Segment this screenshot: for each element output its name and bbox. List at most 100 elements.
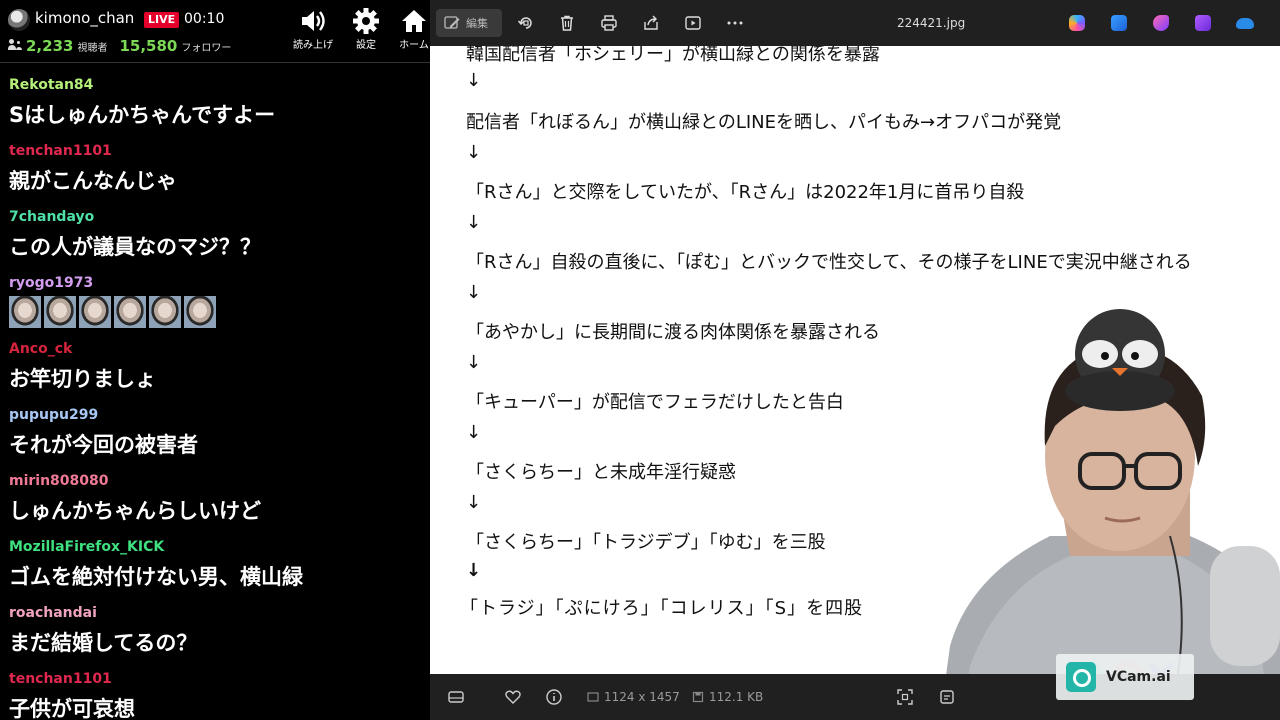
visual-search-icon[interactable]: [938, 688, 956, 706]
image-canvas[interactable]: 韓国配信者「ホシェリー」が横山緑との関係を暴露 ↓ 配信者「れぼるん」が横山緑と…: [430, 46, 1280, 674]
doc-arrow: ↓: [466, 352, 482, 373]
chat-username[interactable]: pupupu299: [9, 407, 98, 423]
face-emote-icon: [9, 296, 41, 328]
chat-username[interactable]: tenchan1101: [9, 671, 112, 687]
chat-text: お竿切りましょ: [9, 367, 156, 391]
home-label: ホーム: [399, 40, 429, 51]
gear-icon: [353, 8, 379, 34]
doc-line: 「トラジ」「ぷにけろ」「コレリス」「S」を四股: [460, 598, 864, 619]
viewer-toolbar: 編集 224421.jpg: [430, 0, 1280, 46]
doc-line: 「キューパー」が配信でフェラだけしたと告白: [466, 392, 844, 413]
doc-arrow: ↓: [466, 492, 482, 513]
doc-line: 「さくらちー」と未成年淫行疑惑: [466, 462, 736, 483]
doc-line: 「Rさん」自殺の直後に、「ぽむ」とバックで性交して、その様子をLINEで実況中継…: [466, 252, 1192, 273]
edit-image-icon: [444, 16, 460, 29]
file-size: 112.1 KB: [692, 690, 763, 704]
dimensions-text: 1124 x 1457: [604, 690, 680, 704]
print-button[interactable]: [595, 9, 623, 37]
share-icon: [644, 15, 658, 30]
chat-text: しゅんかちゃんらしいけど: [9, 499, 261, 523]
delete-button[interactable]: [553, 9, 581, 37]
more-options-button[interactable]: [721, 9, 749, 37]
channel-name[interactable]: kimono_chan: [35, 9, 134, 27]
fit-to-window-icon[interactable]: [896, 688, 914, 706]
info-icon[interactable]: [545, 688, 563, 706]
chat-username[interactable]: Anco_ck: [9, 341, 72, 357]
photo-viewer: 編集 224421.jpg 韓国配信者「ホシェリー」が横山緑との関係を暴露 ↓ …: [430, 0, 1280, 720]
rotate-icon: [517, 17, 532, 29]
face-emote-icon: [149, 296, 181, 328]
doc-line: 「あやかし」に長期間に渡る肉体関係を暴露される: [466, 322, 880, 343]
ellipsis-icon: [727, 21, 743, 25]
chat-message: MozillaFirefox_KICK ゴムを絶対付けない男、横山緑: [0, 536, 430, 602]
chat-message: Rekotan84 Sはしゅんかちゃんですよー: [0, 74, 430, 140]
chat-username[interactable]: MozillaFirefox_KICK: [9, 539, 164, 555]
slideshow-button[interactable]: [679, 9, 707, 37]
doc-arrow: ↓: [466, 422, 482, 443]
settings-button[interactable]: 設定: [343, 8, 389, 51]
vcam-watermark: VCam.ai: [1056, 654, 1194, 700]
file-name: 224421.jpg: [897, 16, 966, 30]
webcam-overlay: [946, 309, 1280, 674]
settings-label: 設定: [356, 40, 376, 51]
read-aloud-label: 読み上げ: [293, 40, 333, 51]
clipchamp-icon[interactable]: [1153, 15, 1169, 31]
doc-arrow: ↓: [466, 70, 482, 91]
share-button[interactable]: [637, 9, 665, 37]
filmstrip-icon[interactable]: [447, 688, 465, 706]
rotate-button[interactable]: [512, 9, 540, 37]
chat-text: Sはしゅんかちゃんですよー: [9, 103, 276, 127]
paint-icon[interactable]: [1111, 15, 1127, 31]
home-icon: [402, 10, 426, 32]
edit-button[interactable]: 編集: [436, 9, 502, 37]
face-emote-icon: [79, 296, 111, 328]
chat-message: Anco_ck お竿切りましょ: [0, 338, 430, 404]
chat-username[interactable]: 7chandayo: [9, 209, 94, 225]
doc-line: 「Rさん」と交際をしていたが、「Rさん」は2022年1月に首吊り自殺: [466, 182, 1025, 203]
stream-uptime: 00:10: [184, 11, 225, 27]
viewer-label: 視聴者: [77, 43, 108, 54]
edit-label: 編集: [466, 17, 488, 30]
chat-username[interactable]: ryogo1973: [9, 275, 93, 291]
stats-row: 2,233 視聴者 15,580 フォロワー: [8, 37, 239, 55]
chat-emotes: [9, 296, 216, 328]
heart-icon[interactable]: [504, 688, 522, 706]
chat-text: ゴムを絶対付けない男、横山緑: [9, 565, 303, 589]
chat-message: tenchan1101 親がこんなんじゃ: [0, 140, 430, 206]
face-emote-icon: [184, 296, 216, 328]
doc-line: 「さくらちー」「トラジデブ」「ゆむ」を三股: [466, 532, 826, 553]
designer-icon[interactable]: [1195, 15, 1211, 31]
speaker-icon: [302, 11, 325, 31]
viewer-count: 2,233: [26, 37, 74, 55]
vcam-label: VCam.ai: [1106, 669, 1171, 685]
chat-message: ryogo1973: [0, 272, 430, 338]
home-button[interactable]: ホーム: [392, 8, 430, 51]
face-emote-icon: [114, 296, 146, 328]
chat-username[interactable]: mirin808080: [9, 473, 109, 489]
chat-message: roachandai まだ結婚してるの？: [0, 602, 430, 668]
chat-text: 親がこんなんじゃ: [9, 169, 177, 193]
doc-arrow: ↓: [466, 212, 482, 233]
chat-message: pupupu299 それが今回の被害者: [0, 404, 430, 470]
doc-arrow: ↓: [466, 142, 482, 163]
doc-line: 韓国配信者「ホシェリー」が横山緑との関係を暴露: [466, 46, 880, 65]
doc-arrow: ↓: [466, 560, 482, 581]
chat-username[interactable]: tenchan1101: [9, 143, 112, 159]
copilot-icon[interactable]: [1069, 15, 1085, 31]
onedrive-cloud-icon[interactable]: [1236, 18, 1254, 29]
chat-message: 7chandayo この人が議員なのマジ？？: [0, 206, 430, 272]
chat-text: 子供が可哀想: [9, 697, 135, 720]
doc-arrow: ↓: [466, 282, 482, 303]
live-badge: LIVE: [144, 12, 180, 28]
channel-avatar[interactable]: [8, 9, 30, 31]
chat-text: この人が議員なのマジ？？: [9, 235, 261, 259]
follower-label: フォロワー: [181, 43, 232, 54]
chat-text: それが今回の被害者: [9, 433, 198, 457]
viewers-icon: [8, 39, 22, 51]
chat-username[interactable]: roachandai: [9, 605, 97, 621]
read-aloud-button[interactable]: 読み上げ: [290, 8, 336, 51]
disk-icon: [692, 691, 704, 703]
chat-username[interactable]: Rekotan84: [9, 77, 93, 93]
doc-line: 配信者「れぼるん」が横山緑とのLINEを晒し、パイもみ→オフパコが発覚: [466, 112, 1062, 133]
chat-message-list[interactable]: Rekotan84 Sはしゅんかちゃんですよー tenchan1101 親がこん…: [0, 74, 430, 720]
